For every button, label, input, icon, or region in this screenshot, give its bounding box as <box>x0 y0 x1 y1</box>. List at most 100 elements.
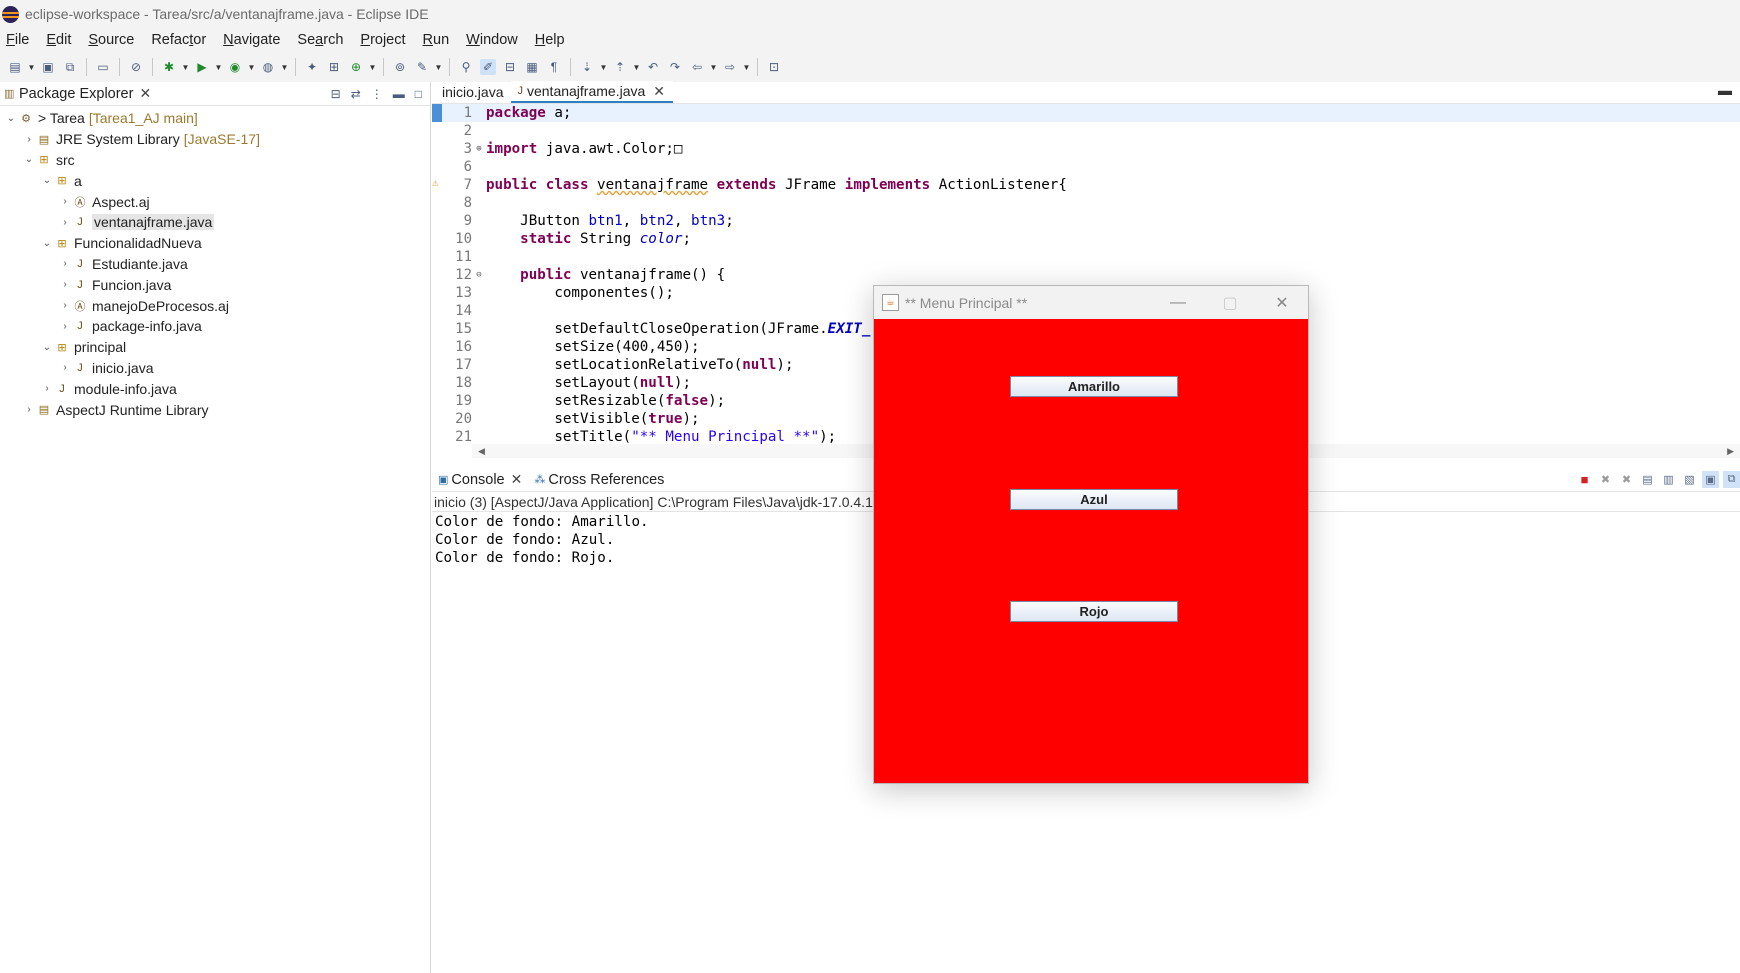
pin-icon[interactable]: ⚲ <box>458 59 474 75</box>
chevron-right-icon[interactable]: › <box>58 300 72 311</box>
chevron-down-icon[interactable]: ⌄ <box>22 154 36 165</box>
link-with-editor-icon[interactable]: ⇄ <box>351 87 361 101</box>
pin-console-icon[interactable]: ⧉ <box>1723 471 1740 488</box>
menu-project[interactable]: Project <box>360 32 405 48</box>
chevron-right-icon[interactable]: › <box>58 258 72 269</box>
new-dropdown-icon[interactable]: ▼ <box>27 59 36 75</box>
tree-item[interactable]: › Ⓐ Aspect.aj <box>0 191 430 212</box>
close-icon[interactable]: ✕ <box>1256 286 1308 319</box>
previous-annotation-dropdown-icon[interactable]: ▼ <box>632 59 641 75</box>
save-all-icon[interactable]: ⧉ <box>62 59 78 75</box>
amarillo-button[interactable]: Amarillo <box>1010 376 1178 397</box>
menu-source[interactable]: Source <box>88 32 134 48</box>
menu-edit[interactable]: Edit <box>46 32 71 48</box>
close-icon[interactable]: ✕ <box>653 83 665 100</box>
tree-item[interactable]: › Jmodule-info.java <box>0 378 430 399</box>
close-icon[interactable]: ✕ <box>139 85 151 102</box>
scroll-lock-icon[interactable]: ▥ <box>1660 471 1677 488</box>
tree-item[interactable]: ⌄ ⚙ > Tarea [Tarea1_AJ main] <box>0 108 430 129</box>
tree-item[interactable]: › ▤ AspectJ Runtime Library <box>0 399 430 420</box>
coverage-dropdown-icon[interactable]: ▼ <box>247 59 256 75</box>
external-tools-icon[interactable]: ◍ <box>260 59 276 75</box>
tree-item[interactable]: ⌄ ⊞ a <box>0 170 430 191</box>
new-icon[interactable]: ▤ <box>7 59 23 75</box>
menu-help[interactable]: Help <box>535 32 565 48</box>
swing-title-bar[interactable]: ☕ ** Menu Principal ** — ▢ ✕ <box>874 286 1308 319</box>
show-console-icon[interactable]: ▣ <box>1702 471 1719 488</box>
tab-inicio[interactable]: inicio.java <box>432 81 511 103</box>
chevron-right-icon[interactable]: › <box>22 134 36 145</box>
remove-launch-icon[interactable]: ✖ <box>1597 471 1614 488</box>
search-icon[interactable]: ✎ <box>414 59 430 75</box>
chevron-right-icon[interactable]: › <box>22 404 36 415</box>
menu-navigate[interactable]: Navigate <box>223 32 280 48</box>
chevron-right-icon[interactable]: › <box>58 196 72 207</box>
terminal-icon[interactable]: ▭ <box>95 59 111 75</box>
toggle-breadcrumb-icon[interactable]: ⊟ <box>502 59 518 75</box>
back-icon[interactable]: ⇦ <box>689 59 705 75</box>
back-dropdown-icon[interactable]: ▼ <box>709 59 718 75</box>
view-menu-icon[interactable]: ⋮ <box>371 87 383 101</box>
tree-item[interactable]: › ⒶmanejoDeProcesos.aj <box>0 295 430 316</box>
block-selection-icon[interactable]: ▦ <box>524 59 540 75</box>
remove-all-terminated-icon[interactable]: ✖ <box>1618 471 1635 488</box>
open-type-icon[interactable]: ⊚ <box>392 59 408 75</box>
menu-run[interactable]: Run <box>423 32 450 48</box>
debug-icon[interactable]: ✱ <box>161 59 177 75</box>
save-icon[interactable]: ▣ <box>40 59 56 75</box>
open-perspective-icon[interactable]: ⊡ <box>766 59 782 75</box>
chevron-down-icon[interactable]: ⌄ <box>40 238 54 249</box>
external-tools-dropdown-icon[interactable]: ▼ <box>280 59 289 75</box>
new-java-project-icon[interactable]: ✦ <box>304 59 320 75</box>
tree-item[interactable]: › J Funcion.java <box>0 274 430 295</box>
collapse-all-icon[interactable]: ⊟ <box>331 87 341 101</box>
minimize-icon[interactable]: ▬ <box>393 87 405 101</box>
chevron-right-icon[interactable]: › <box>58 279 72 290</box>
forward-edit-icon[interactable]: ↷ <box>667 59 683 75</box>
new-class-dropdown-icon[interactable]: ▼ <box>368 59 377 75</box>
coverage-icon[interactable]: ◉ <box>227 59 243 75</box>
minimize-icon[interactable]: — <box>1152 286 1204 319</box>
tab-console[interactable]: ▣ Console ✕ <box>432 468 528 492</box>
tree-item[interactable]: ⌄ ⊞ src <box>0 150 430 171</box>
menu-file[interactable]: File <box>6 32 29 48</box>
expand-fold-icon[interactable]: ⊕ <box>472 144 486 154</box>
maximize-icon[interactable]: ▢ <box>1204 286 1256 319</box>
chevron-right-icon[interactable]: › <box>40 383 54 394</box>
next-annotation-dropdown-icon[interactable]: ▼ <box>599 59 608 75</box>
skip-breakpoints-icon[interactable]: ⊘ <box>128 59 144 75</box>
scroll-left-icon[interactable]: ◀ <box>478 446 485 457</box>
azul-button[interactable]: Azul <box>1010 489 1178 510</box>
chevron-down-icon[interactable]: ⌄ <box>4 113 18 124</box>
tab-ventanajframe[interactable]: Jventanajframe.java ✕ <box>511 81 674 103</box>
debug-dropdown-icon[interactable]: ▼ <box>181 59 190 75</box>
tree-item[interactable]: › Jpackage-info.java <box>0 316 430 337</box>
menu-refactor[interactable]: Refactor <box>151 32 206 48</box>
chevron-down-icon[interactable]: ⌄ <box>40 175 54 186</box>
next-annotation-icon[interactable]: ⇣ <box>579 59 595 75</box>
run-icon[interactable]: ▶ <box>194 59 210 75</box>
chevron-right-icon[interactable]: › <box>58 362 72 373</box>
clear-console-icon[interactable]: ▤ <box>1639 471 1656 488</box>
tree-item[interactable]: › Jventanajframe.java <box>0 212 430 233</box>
show-whitespace-icon[interactable]: ¶ <box>546 59 562 75</box>
mark-occurrences-icon[interactable]: ✐ <box>480 59 496 75</box>
collapse-fold-icon[interactable]: ⊖ <box>472 270 486 280</box>
chevron-right-icon[interactable]: › <box>58 217 72 228</box>
tree-item[interactable]: › ▤ JRE System Library [JavaSE-17] <box>0 129 430 150</box>
maximize-icon[interactable]: □ <box>415 87 422 101</box>
rojo-button[interactable]: Rojo <box>1010 601 1178 622</box>
minimize-icon[interactable]: ▬ <box>1718 82 1732 98</box>
tree-item[interactable]: › J Estudiante.java <box>0 254 430 275</box>
forward-dropdown-icon[interactable]: ▼ <box>742 59 751 75</box>
tree-item[interactable]: ⌄ ⊞ FuncionalidadNueva <box>0 233 430 254</box>
menu-window[interactable]: Window <box>466 32 518 48</box>
new-package-icon[interactable]: ⊞ <box>326 59 342 75</box>
forward-icon[interactable]: ⇨ <box>722 59 738 75</box>
word-wrap-icon[interactable]: ▧ <box>1681 471 1698 488</box>
close-icon[interactable]: ✕ <box>511 471 523 488</box>
previous-annotation-icon[interactable]: ⇡ <box>612 59 628 75</box>
scroll-right-icon[interactable]: ▶ <box>1727 446 1734 457</box>
last-edit-icon[interactable]: ↶ <box>645 59 661 75</box>
run-dropdown-icon[interactable]: ▼ <box>214 59 223 75</box>
